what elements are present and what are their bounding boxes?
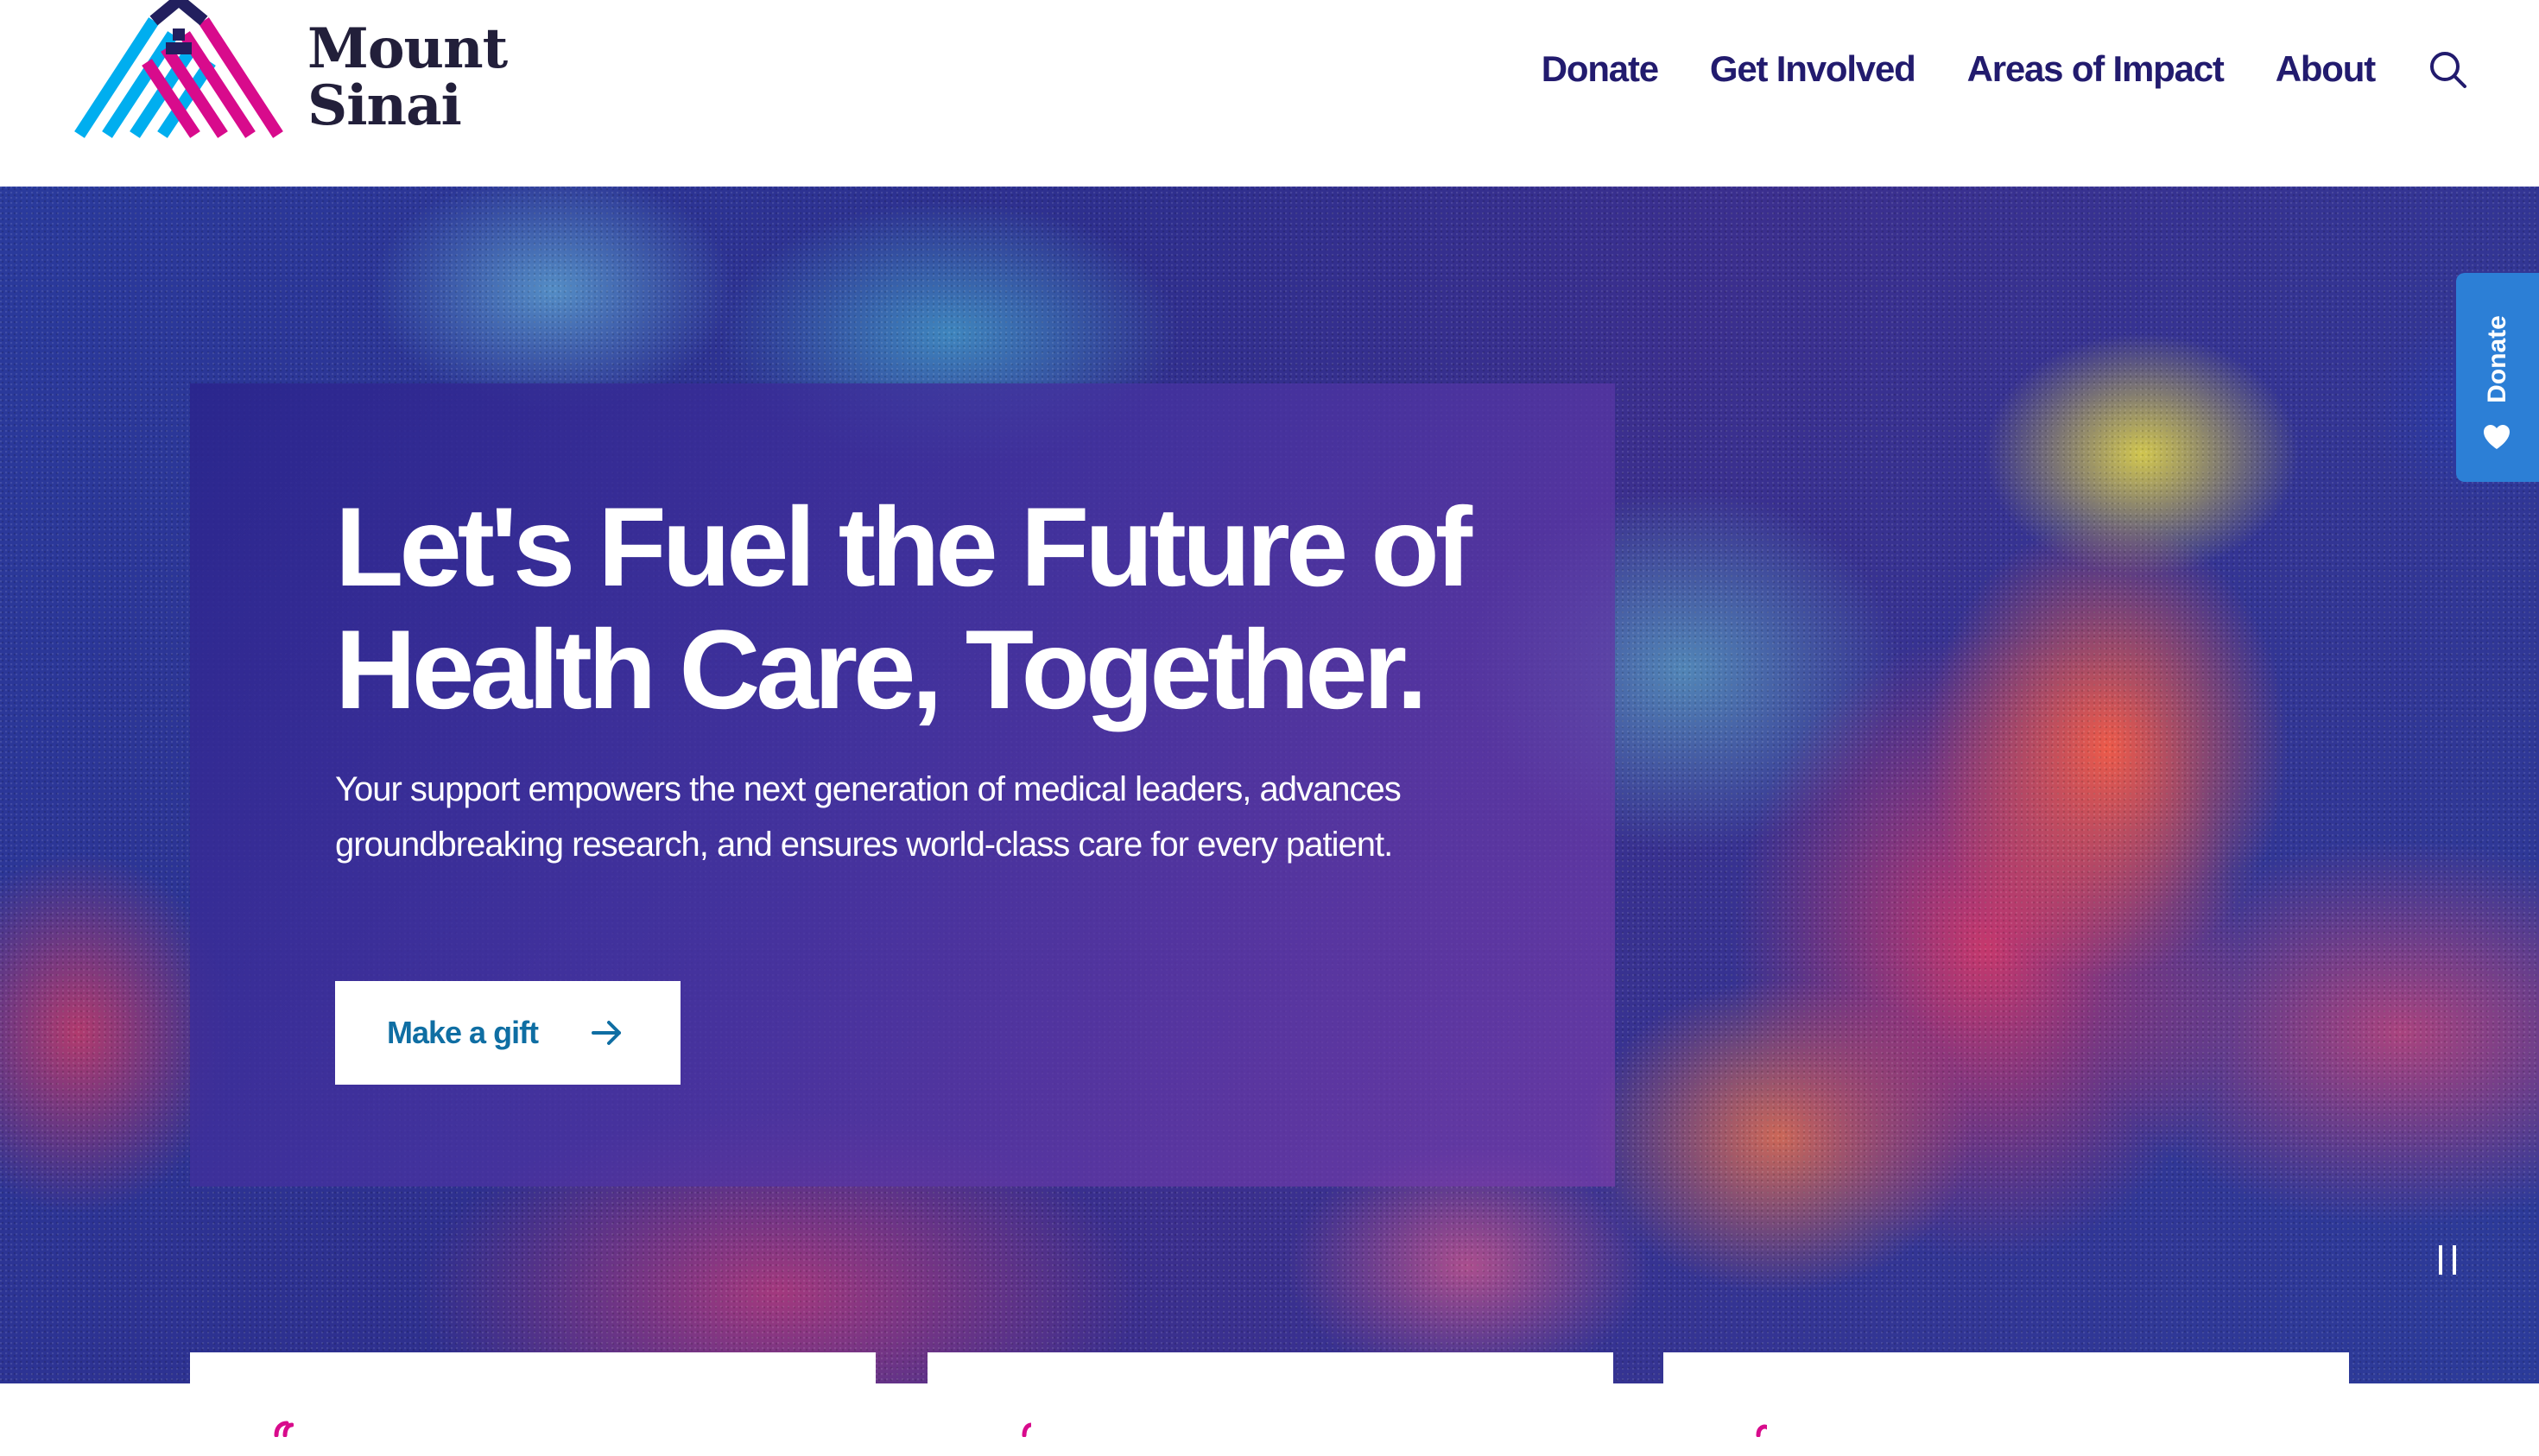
hero-subtitle: Your support empowers the next generatio… xyxy=(335,770,1402,864)
nav-about[interactable]: About xyxy=(2276,48,2376,90)
side-donate-label: Donate xyxy=(2483,315,2511,403)
heart-icon xyxy=(2484,425,2510,449)
feature-card[interactable] xyxy=(928,1352,1613,1456)
hero-panel: Let's Fuel the Future of Health Care, To… xyxy=(190,383,1615,1187)
logo-mark-icon xyxy=(74,0,283,138)
card-icon xyxy=(274,1421,294,1437)
feature-card[interactable] xyxy=(1663,1352,2349,1456)
make-a-gift-label: Make a gift xyxy=(387,1015,539,1050)
make-a-gift-button[interactable]: Make a gift xyxy=(335,981,681,1085)
hero-banner: Let's Fuel the Future of Health Care, To… xyxy=(0,187,2539,1383)
nav-areas-of-impact[interactable]: Areas of Impact xyxy=(1967,48,2225,90)
nav-donate[interactable]: Donate xyxy=(1542,48,1659,90)
main-nav: Donate Get Involved Areas of Impact Abou… xyxy=(1542,45,2468,93)
logo-wordmark: Mount Sinai xyxy=(307,16,508,138)
feature-card[interactable] xyxy=(190,1352,876,1456)
mount-sinai-logo[interactable]: Mount Sinai xyxy=(74,0,515,138)
search-icon[interactable] xyxy=(2427,48,2468,90)
site-header: Mount Sinai Donate Get Involved Areas of… xyxy=(0,0,2539,187)
side-donate-tab[interactable]: Donate xyxy=(2456,273,2539,482)
arrow-right-icon xyxy=(592,1021,622,1045)
card-icon xyxy=(1756,1424,1767,1437)
hero-title: Let's Fuel the Future of Health Care, To… xyxy=(335,484,1472,732)
logo-line-1: Mount xyxy=(307,16,508,81)
nav-get-involved[interactable]: Get Involved xyxy=(1710,48,1916,90)
pause-icon[interactable] xyxy=(2435,1245,2461,1275)
card-icon xyxy=(1022,1422,1031,1437)
logo-line-2: Sinai xyxy=(307,73,462,138)
